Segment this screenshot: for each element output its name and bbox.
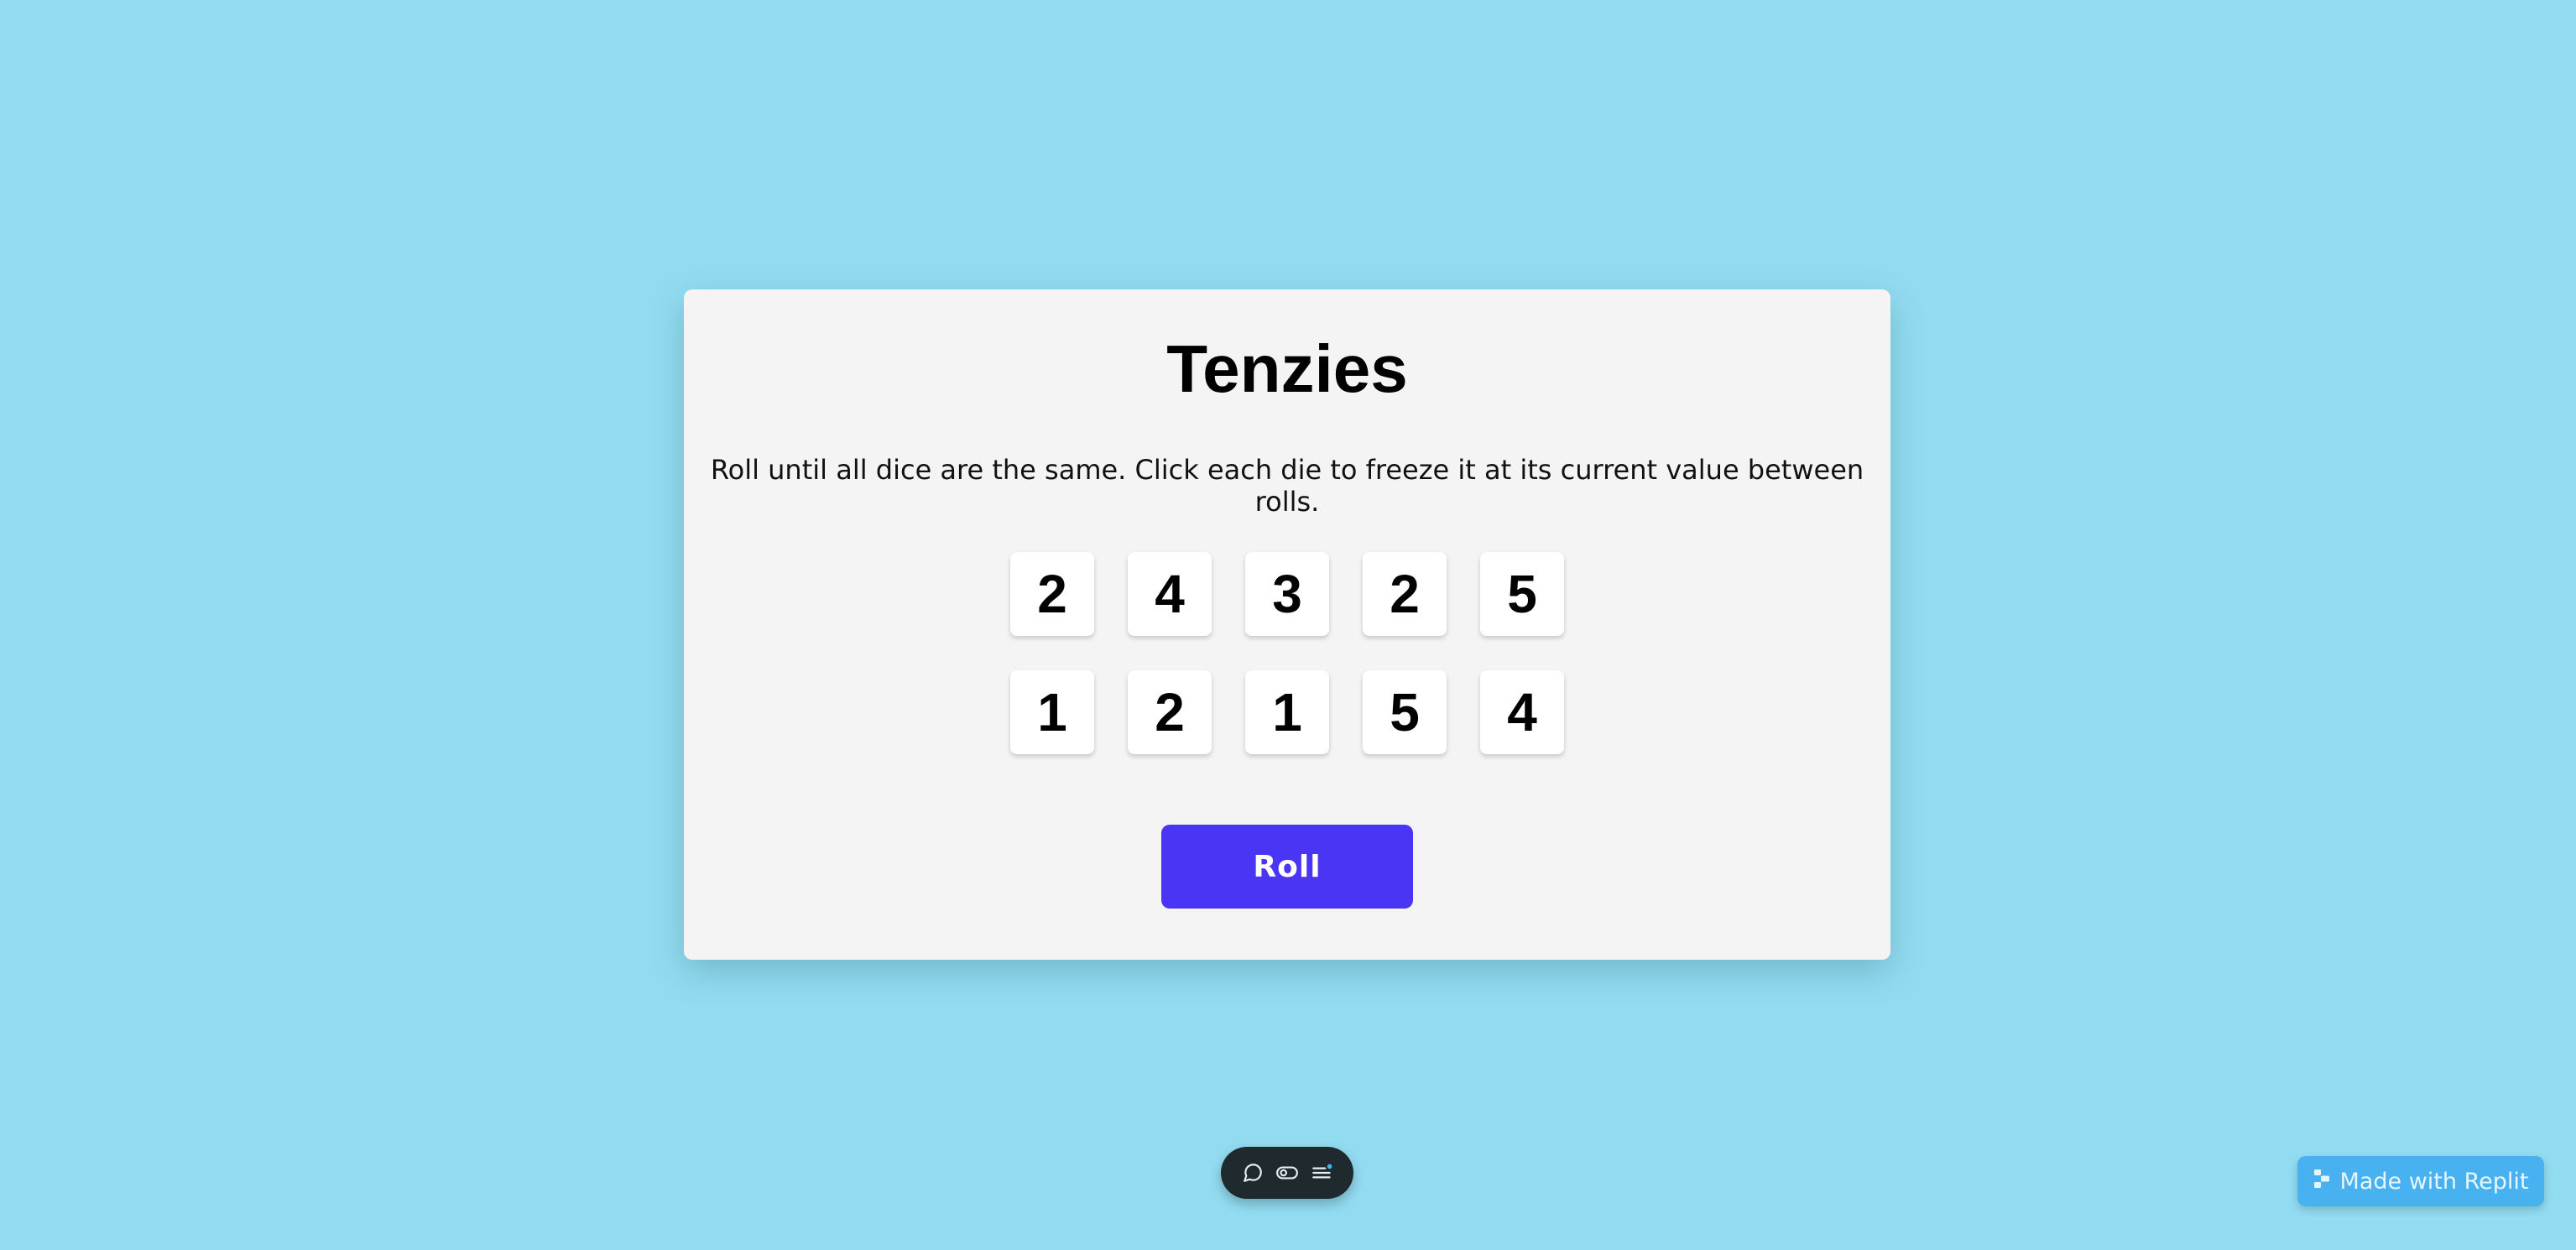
replit-logo-icon bbox=[2313, 1169, 2332, 1195]
die-3[interactable]: 3 bbox=[1245, 552, 1329, 636]
die-4[interactable]: 2 bbox=[1363, 552, 1447, 636]
toggle-icon[interactable] bbox=[1272, 1158, 1302, 1188]
game-card: Tenzies Roll until all dice are the same… bbox=[684, 289, 1890, 960]
badge-label: Made with Replit bbox=[2339, 1168, 2529, 1195]
die-8[interactable]: 1 bbox=[1245, 670, 1329, 754]
die-6[interactable]: 1 bbox=[1010, 670, 1094, 754]
roll-button[interactable]: Roll bbox=[1161, 825, 1413, 909]
die-2[interactable]: 4 bbox=[1128, 552, 1212, 636]
die-5[interactable]: 5 bbox=[1480, 552, 1564, 636]
die-1[interactable]: 2 bbox=[1010, 552, 1094, 636]
instructions-text: Roll until all dice are the same. Click … bbox=[710, 454, 1864, 518]
die-10[interactable]: 4 bbox=[1480, 670, 1564, 754]
floating-toolbar bbox=[1221, 1147, 1353, 1199]
chat-icon[interactable] bbox=[1238, 1158, 1268, 1188]
die-9[interactable]: 5 bbox=[1363, 670, 1447, 754]
page-title: Tenzies bbox=[1166, 331, 1408, 406]
die-7[interactable]: 2 bbox=[1128, 670, 1212, 754]
menu-list-icon[interactable] bbox=[1307, 1158, 1338, 1188]
made-with-replit-badge[interactable]: Made with Replit bbox=[2297, 1156, 2544, 1206]
dice-grid: 2 4 3 2 5 1 2 1 5 4 bbox=[1010, 552, 1564, 754]
